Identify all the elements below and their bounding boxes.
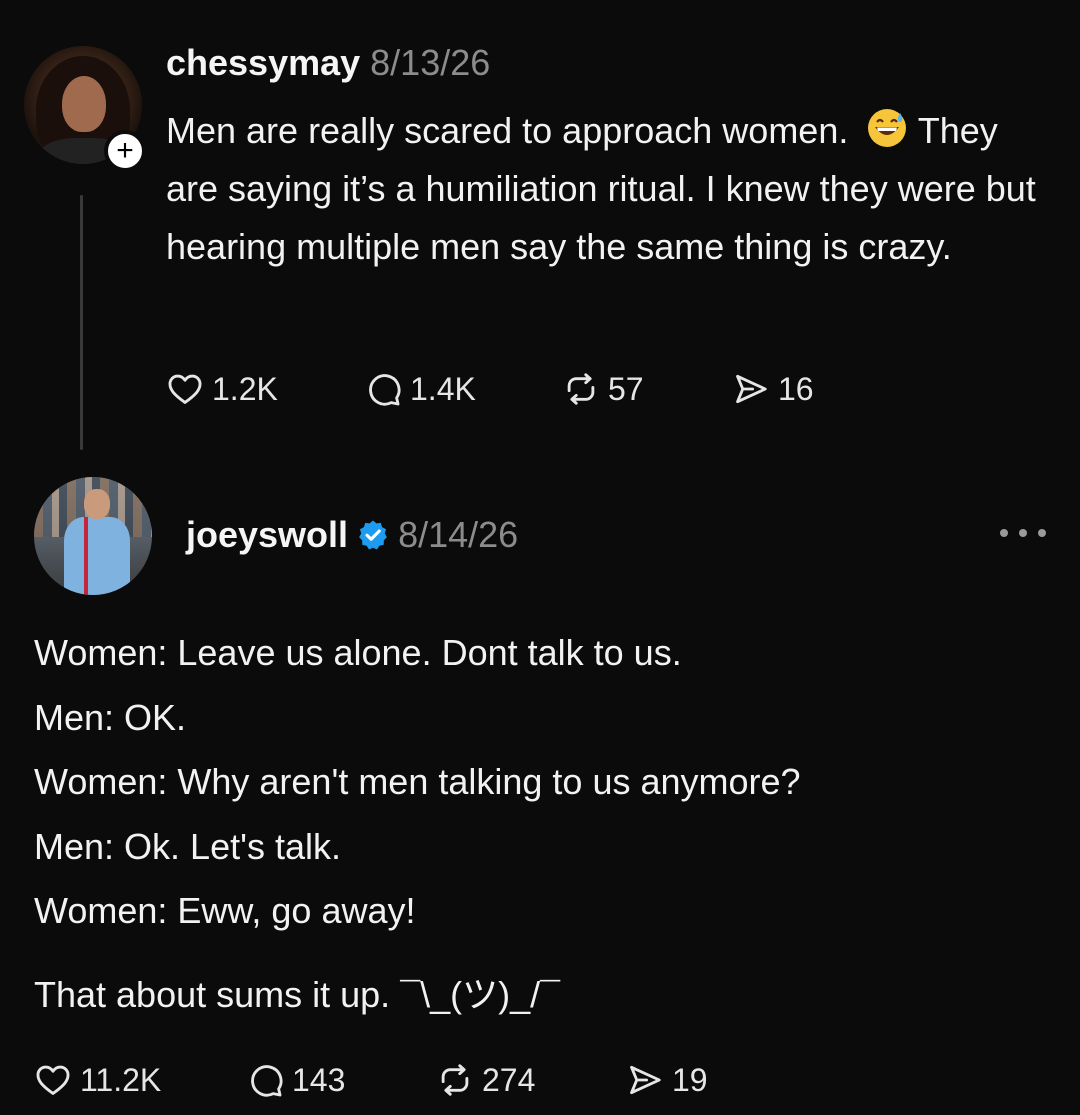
thread-connector-line [80, 195, 83, 450]
post2-like-button[interactable]: 11.2K [34, 1061, 246, 1099]
send-icon [630, 1065, 661, 1095]
post2-body: Women: Leave us alone. Dont talk to us. … [34, 626, 1044, 949]
post2-actions: 11.2K 143 274 19 [34, 1055, 708, 1105]
post2-line: Women: Leave us alone. Dont talk to us. [34, 632, 682, 673]
post2-repost-count: 274 [482, 1061, 536, 1098]
post1-repost-count: 57 [608, 370, 644, 407]
verified-badge-icon [359, 520, 387, 550]
follow-plus-button[interactable]: + [104, 130, 146, 172]
post1-body-line1: Men are really scared to approach women. [166, 110, 849, 151]
post1-share-count: 16 [778, 370, 814, 407]
comment-icon [251, 1065, 283, 1097]
post1-date: 8/13/26 [370, 42, 491, 83]
comment-icon [369, 374, 401, 406]
post2-share-count: 19 [672, 1061, 708, 1098]
post2-date: 8/14/26 [398, 514, 519, 555]
avatar-joeyswoll[interactable] [34, 477, 152, 595]
post2-reply-button[interactable]: 143 [246, 1061, 436, 1099]
post1-actions: 1.2K 1.4K 57 16 [166, 364, 814, 414]
post1-share-button[interactable]: 16 [732, 370, 814, 408]
post2-username[interactable]: joeyswoll [186, 512, 348, 558]
post1-header: chessymay 8/13/26 [166, 40, 490, 86]
repost-icon [567, 373, 595, 405]
threads-page: + chessymay 8/13/26 Men are really scared… [0, 0, 1080, 1115]
repost-icon [441, 1064, 469, 1096]
post2-share-button[interactable]: 19 [626, 1061, 708, 1099]
more-options-icon[interactable] [1000, 522, 1046, 544]
post1-reply-count: 1.4K [410, 370, 476, 407]
post2-line: Women: Why aren't men talking to us anym… [34, 761, 801, 802]
post2-line: Men: OK. [34, 696, 187, 738]
post2-reply-count: 143 [292, 1061, 346, 1098]
post2-repost-button[interactable]: 274 [436, 1061, 626, 1099]
post1-like-button[interactable]: 1.2K [166, 370, 364, 408]
post2-line: Women: Eww, go away! [34, 890, 416, 931]
post1-body: Men are really scared to approach women.… [166, 102, 1036, 276]
post1-username[interactable]: chessymay [166, 42, 360, 83]
heart-icon [36, 1065, 70, 1095]
post1-repost-button[interactable]: 57 [562, 370, 732, 408]
heart-icon [168, 374, 202, 404]
post1-like-count: 1.2K [212, 370, 278, 407]
send-icon [736, 374, 767, 404]
grinning-sweat-emoji-icon [868, 109, 907, 147]
post2-closing-line: That about sums it up. ¯\_(ツ)_/¯ [34, 974, 560, 1015]
post2-like-count: 11.2K [80, 1061, 162, 1098]
post1-reply-button[interactable]: 1.4K [364, 370, 562, 408]
post2-line: Men: Ok. Let's talk. [34, 825, 341, 867]
post2-header: joeyswoll 8/14/26 [186, 512, 518, 558]
